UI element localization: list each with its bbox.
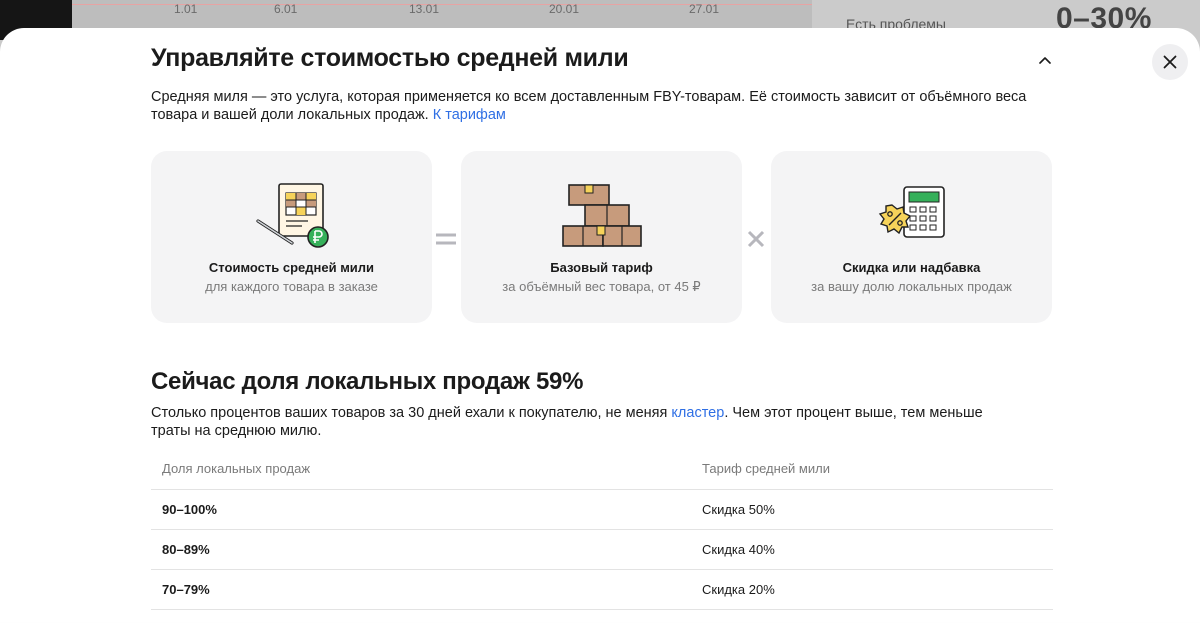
modal-title: Управляйте стоимостью средней мили <box>151 44 629 72</box>
calculator-percent-icon <box>878 186 945 238</box>
middle-mile-modal: Управляйте стоимостью средней мили Средн… <box>0 28 1200 623</box>
multiply-sign <box>742 229 770 249</box>
card-subtitle: для каждого товара в заказе <box>205 279 378 294</box>
tariff-table: Доля локальных продаж Тариф средней мили… <box>151 453 1053 610</box>
close-button[interactable] <box>1152 44 1188 80</box>
local-share-heading: Сейчас доля локальных продаж 59% <box>151 368 584 395</box>
card-title: Скидка или надбавка <box>842 260 981 275</box>
card-discount-surcharge: Скидка или надбавка за вашу долю локальн… <box>771 151 1052 323</box>
equals-sign <box>432 229 460 249</box>
formula-cards: Стоимость средней мили для каждого товар… <box>151 151 1053 323</box>
chart-tick: 27.01 <box>689 2 720 16</box>
chart-x-axis: 1.01 6.01 13.01 20.01 27.01 <box>72 2 812 18</box>
table-row: 90–100% Скидка 50% <box>151 490 1053 530</box>
multiply-icon <box>747 230 765 248</box>
chart-tick: 6.01 <box>274 2 298 16</box>
card-title: Базовый тариф <box>550 260 653 275</box>
close-icon <box>1163 55 1177 69</box>
cell-rate: Скидка 40% <box>702 542 775 557</box>
tariffs-link[interactable]: К тарифам <box>433 107 506 123</box>
cluster-link[interactable]: кластер <box>671 405 724 421</box>
boxes-icon <box>561 184 642 247</box>
cell-rate: Скидка 50% <box>702 502 775 517</box>
cell-share: 70–79% <box>162 582 210 597</box>
invoice-ruble-icon <box>255 183 329 248</box>
cell-share: 90–100% <box>162 502 217 517</box>
collapse-button[interactable] <box>1031 48 1059 72</box>
chart-tick: 1.01 <box>174 2 198 16</box>
intro-paragraph: Средняя миля — это услуга, которая приме… <box>151 88 1051 124</box>
card-title: Стоимость средней мили <box>208 260 375 275</box>
card-middle-mile-cost: Стоимость средней мили для каждого товар… <box>151 151 432 323</box>
cell-rate: Скидка 20% <box>702 582 775 597</box>
equals-icon <box>436 233 456 245</box>
header-tariff: Тариф средней мили <box>702 461 830 476</box>
header-local-share: Доля локальных продаж <box>162 461 311 476</box>
chart-tick: 20.01 <box>549 2 580 16</box>
table-row: 80–89% Скидка 40% <box>151 530 1053 570</box>
card-base-tariff: Базовый тариф за объёмный вес товара, от… <box>461 151 742 323</box>
card-subtitle: за объёмный вес товара, от 45 ₽ <box>502 279 701 294</box>
chart-tick: 13.01 <box>409 2 440 16</box>
description-text: Столько процентов ваших товаров за 30 дн… <box>151 405 668 421</box>
chevron-up-icon <box>1039 57 1051 64</box>
cell-share: 80–89% <box>162 542 210 557</box>
intro-text: Средняя миля — это услуга, которая приме… <box>151 89 1027 123</box>
table-header: Доля локальных продаж Тариф средней мили <box>151 453 1053 490</box>
table-row: 70–79% Скидка 20% <box>151 570 1053 610</box>
card-subtitle: за вашу долю локальных продаж <box>811 279 1012 294</box>
local-share-description: Столько процентов ваших товаров за 30 дн… <box>151 404 1021 440</box>
